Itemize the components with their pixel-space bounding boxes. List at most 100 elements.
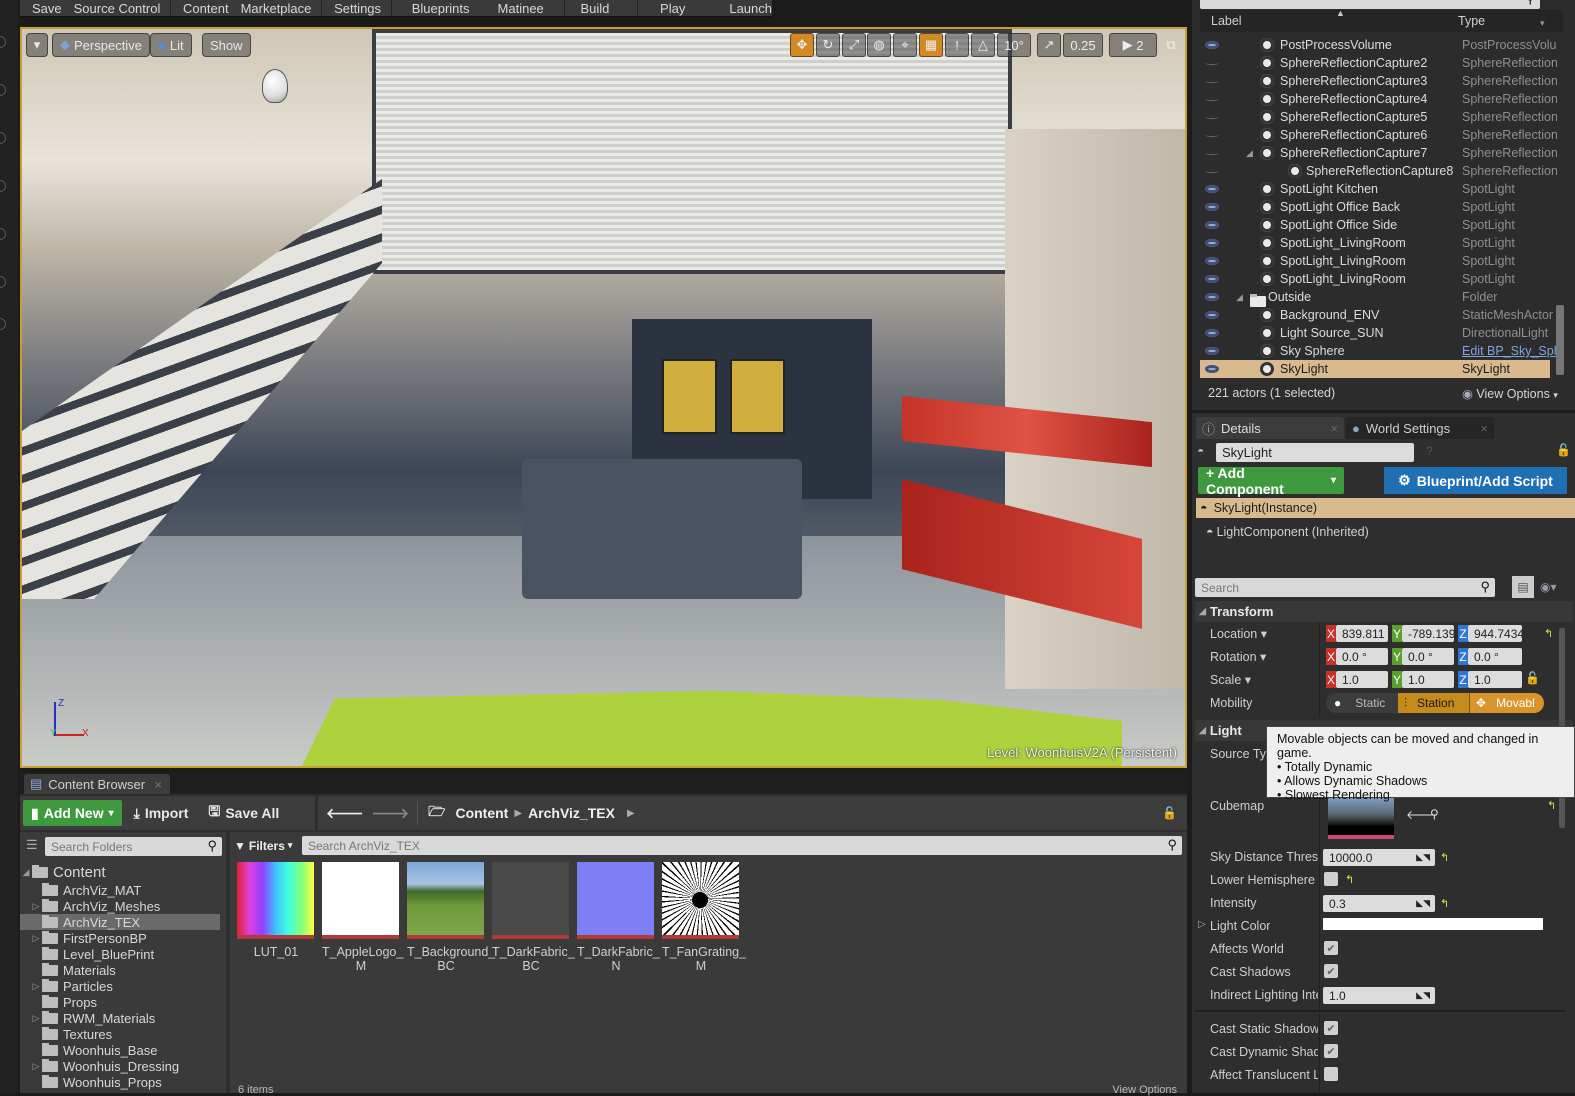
add-new-button[interactable]: ▮ Add New ▾: [23, 800, 122, 826]
mobility-stationary-button[interactable]: ⫶ Station: [1398, 693, 1470, 713]
view-options-button[interactable]: ◉ View Options ▾: [1462, 386, 1558, 401]
reset-to-default-icon[interactable]: ↰: [1544, 627, 1553, 640]
indirect-lighting-input[interactable]: 1.0 ◣◥: [1323, 987, 1435, 1004]
collapsed-arrow-icon[interactable]: ▷: [30, 1061, 42, 1072]
section-transform[interactable]: ◢ Transform: [1195, 601, 1573, 622]
grid-snap-icon[interactable]: ▦: [919, 33, 943, 57]
light-color-swatch[interactable]: [1323, 918, 1543, 930]
visibility-eye-icon[interactable]: [1205, 151, 1219, 155]
toolbar-build[interactable]: Build: [564, 1, 609, 16]
rotation-label[interactable]: Rotation ▾: [1210, 649, 1266, 664]
mode-icon[interactable]: [0, 36, 6, 48]
asset-tile[interactable]: T_Background_ BC: [407, 862, 495, 973]
asset-tile[interactable]: T_DarkFabric_ N: [577, 862, 660, 973]
visibility-eye-icon[interactable]: [1205, 311, 1219, 319]
mode-icon[interactable]: [0, 132, 6, 144]
visibility-eye-icon[interactable]: [1205, 203, 1219, 211]
mode-icon[interactable]: [0, 318, 6, 330]
scale-y-input[interactable]: 1.0: [1402, 671, 1454, 688]
folder-item[interactable]: Level_BluePrint: [20, 946, 220, 962]
column-options-icon[interactable]: ▾: [1540, 18, 1545, 29]
asset-tile[interactable]: LUT_01: [237, 862, 315, 959]
perspective-button[interactable]: ◆ Perspective: [52, 33, 150, 57]
expanded-arrow-icon[interactable]: ◢: [1246, 148, 1253, 159]
toolbar-content[interactable]: Content: [171, 1, 229, 16]
visibility-eye-icon[interactable]: [1205, 61, 1219, 65]
tab-content-browser[interactable]: ▤ Content Browser ×: [24, 774, 170, 794]
outliner-row[interactable]: SphereReflectionCapture4 SphereReflection…: [1200, 90, 1557, 108]
scale-icon[interactable]: ⤢: [842, 33, 866, 57]
reset-to-default-icon[interactable]: ↰: [1440, 897, 1449, 910]
camera-speed-button[interactable]: ▶ 2: [1109, 33, 1157, 57]
add-component-button[interactable]: + Add Component ▾: [1198, 465, 1344, 497]
browse-search-icon[interactable]: ⚲: [1430, 807, 1439, 821]
collapsed-arrow-icon[interactable]: ▷: [30, 901, 42, 912]
reset-to-default-icon[interactable]: ↰: [1345, 873, 1354, 886]
outliner-row[interactable]: ◢ Outside Folder: [1200, 288, 1550, 307]
folder-item[interactable]: ▷ Woonhuis_Dressing: [20, 1058, 220, 1074]
intensity-input[interactable]: 0.3 ◣◥: [1323, 895, 1435, 912]
asset-tile[interactable]: T_FanGrating_ M: [662, 862, 746, 973]
angle-snap-icon[interactable]: △: [971, 33, 995, 57]
lock-icon[interactable]: 🔓: [1162, 806, 1177, 820]
folder-item[interactable]: Props: [20, 994, 220, 1010]
toolbar-settings[interactable]: Settings: [322, 1, 381, 16]
toolbar-matinee[interactable]: Matinee: [470, 1, 544, 16]
mode-icon[interactable]: [0, 84, 6, 96]
component-skylight-instance[interactable]: ◓ SkyLight(Instance): [1196, 498, 1575, 518]
toolbar-source-control[interactable]: Source Control: [62, 1, 161, 16]
rotate-icon[interactable]: ↻: [816, 33, 840, 57]
visibility-eye-icon[interactable]: [1205, 275, 1219, 283]
folder-item[interactable]: ▷ FirstPersonBP: [20, 930, 220, 946]
grid-size-icon[interactable]: !: [945, 33, 969, 57]
location-z-input[interactable]: 944.7434: [1468, 625, 1522, 642]
folder-item[interactable]: Woonhuis_Props: [20, 1074, 220, 1090]
translate-icon[interactable]: ✥: [790, 33, 814, 57]
rotation-z-input[interactable]: 0.0 °: [1468, 648, 1522, 665]
surface-snap-icon[interactable]: ⌖: [893, 33, 917, 57]
collapsed-arrow-icon[interactable]: ▷: [30, 933, 42, 944]
expand-arrow-icon[interactable]: ▷: [1198, 919, 1206, 930]
outliner-row[interactable]: SpotLight_LivingRoom SpotLight: [1200, 252, 1550, 270]
view-options-button[interactable]: View Options: [1112, 1084, 1177, 1096]
collapsed-arrow-icon[interactable]: ▷: [30, 981, 42, 992]
visibility-eye-icon[interactable]: [1205, 365, 1219, 373]
location-x-input[interactable]: 839.811: [1336, 625, 1388, 642]
folder-item[interactable]: ▷ RWM_Materials: [20, 1010, 220, 1026]
lock-icon[interactable]: 🔓: [1556, 443, 1571, 457]
expanded-arrow-icon[interactable]: ◢: [20, 867, 32, 878]
visibility-filter-icon[interactable]: ◉▾: [1540, 580, 1557, 594]
outliner-row[interactable]: SpotLight Kitchen SpotLight: [1200, 180, 1550, 198]
blueprint-add-script-button[interactable]: ⚙ Blueprint/Add Script: [1384, 467, 1567, 494]
folder-item[interactable]: Materials: [20, 962, 220, 978]
visibility-eye-icon[interactable]: [1205, 115, 1219, 119]
toolbar-marketplace[interactable]: Marketplace: [229, 1, 312, 16]
lit-button[interactable]: ■ Lit: [150, 33, 192, 57]
toolbar-launch[interactable]: Launch: [685, 1, 772, 16]
scale-label[interactable]: Scale ▾: [1210, 672, 1251, 687]
point-light-icon[interactable]: [262, 69, 288, 103]
tab-world-settings[interactable]: ● World Settings ×: [1346, 417, 1494, 439]
filters-button[interactable]: ▼ Filters ▾: [234, 836, 292, 855]
folder-item[interactable]: ArchViz_MAT: [20, 882, 220, 898]
outliner-row[interactable]: SphereReflectionCapture3 SphereReflection…: [1200, 72, 1557, 90]
outliner-row[interactable]: ◢ SphereReflectionCapture7 SphereReflectio…: [1200, 144, 1557, 162]
property-matrix-icon[interactable]: ▤: [1512, 576, 1534, 598]
outliner-row[interactable]: Light Source_SUN DirectionalLight: [1200, 324, 1550, 342]
details-search-input[interactable]: Search ⚲: [1195, 578, 1495, 597]
outliner-row[interactable]: Sky Sphere Edit BP_Sky_Sph: [1200, 342, 1557, 360]
visibility-eye-icon[interactable]: [1205, 293, 1219, 301]
breadcrumb-archviz-tex[interactable]: ArchViz_TEX: [522, 805, 621, 821]
import-button[interactable]: ⤓ Import: [126, 805, 197, 822]
scale-z-input[interactable]: 1.0: [1468, 671, 1522, 688]
lock-icon[interactable]: 🔓: [1525, 671, 1540, 685]
level-viewport[interactable]: ▾ ◆ Perspective ■ Lit Show ✥ ↻ ⤢ ◍ ⌖ ▦ !…: [20, 27, 1187, 768]
actor-name-input[interactable]: SkyLight: [1216, 443, 1414, 462]
rotation-x-input[interactable]: 0.0 °: [1336, 648, 1388, 665]
outliner-row[interactable]: SpotLight_LivingRoom SpotLight: [1200, 270, 1550, 288]
cast-static-shadows-checkbox[interactable]: ✔: [1324, 1021, 1338, 1035]
component-light-inherited[interactable]: ◓ LightComponent (Inherited): [1206, 525, 1369, 539]
rotation-y-input[interactable]: 0.0 °: [1402, 648, 1454, 665]
show-button[interactable]: Show: [202, 33, 251, 57]
mobility-movable-button[interactable]: ✥ Movabl: [1470, 693, 1544, 713]
